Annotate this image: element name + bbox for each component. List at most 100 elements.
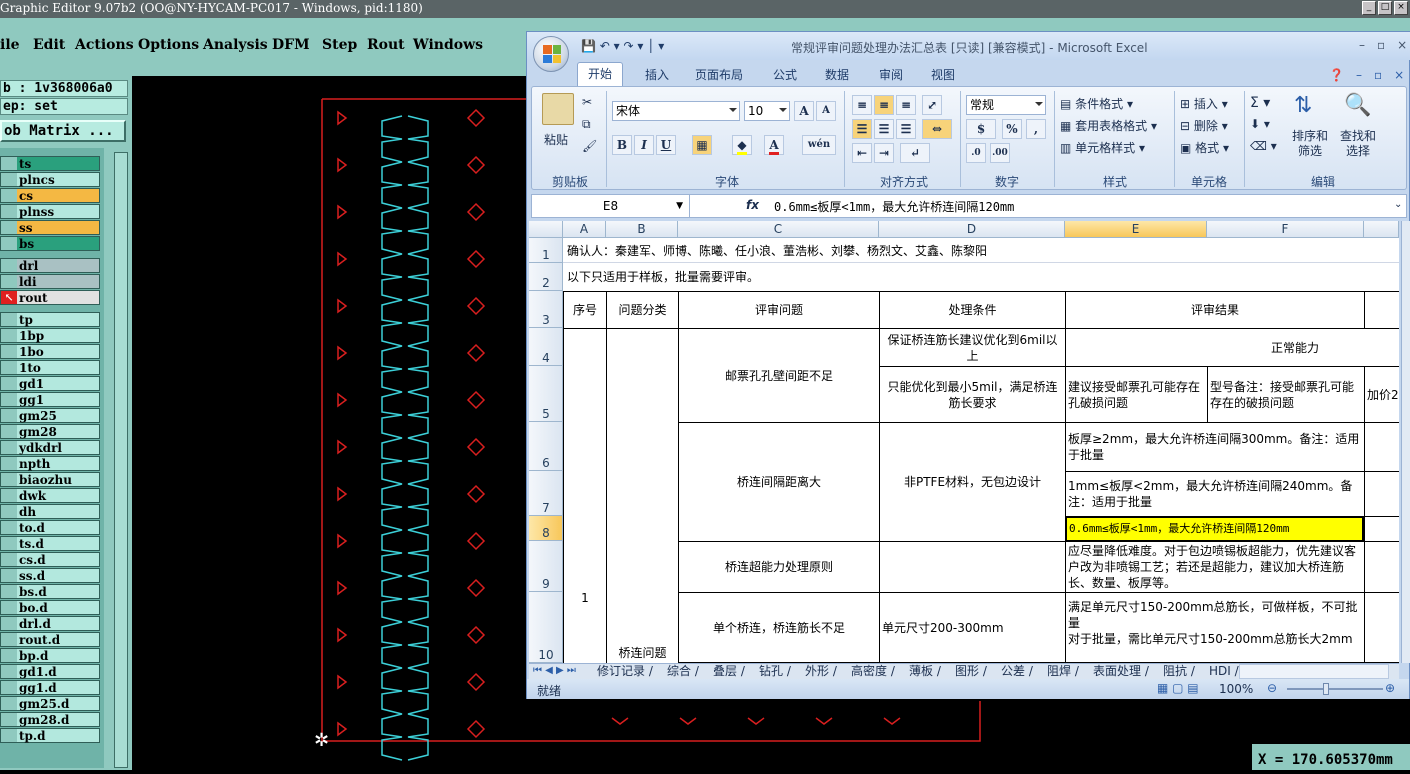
view-buttons[interactable]: ▦ ▢ ▤: [1157, 681, 1199, 695]
header-no[interactable]: 序号: [563, 291, 607, 329]
cell-d5[interactable]: 只能优化到最小5mil，满足桥连筋长要求: [879, 366, 1066, 423]
vertical-scrollbar[interactable]: [1401, 221, 1410, 663]
cell-styles-button[interactable]: ▥ 单元格样式 ▾: [1060, 139, 1145, 156]
clear-icon[interactable]: ⌫ ▾: [1250, 139, 1277, 153]
layer-row-1bo[interactable]: 1bo: [0, 344, 100, 359]
format-painter-icon[interactable]: 🖌: [582, 139, 597, 153]
currency-icon[interactable]: $: [966, 119, 996, 139]
cell-g6[interactable]: [1364, 422, 1399, 472]
font-size-combo[interactable]: 10: [744, 101, 790, 121]
sheet-tab-10[interactable]: 阻焊 /: [1047, 664, 1079, 679]
format-cells-button[interactable]: ▣ 格式 ▾: [1180, 139, 1229, 156]
layer-row-dwk[interactable]: dwk: [0, 488, 100, 503]
cell-f5[interactable]: 型号备注：接受邮票孔可能存在的破损问题: [1207, 366, 1365, 423]
increase-indent-icon[interactable]: ⇥: [874, 143, 894, 163]
sheet-tab-7[interactable]: 薄板 /: [909, 664, 941, 679]
cam-close-button[interactable]: ×: [1394, 1, 1408, 15]
layer-row-ss[interactable]: ss: [0, 220, 100, 235]
cell-c10-issue[interactable]: 单个桥连，桥连筋长不足: [678, 592, 880, 663]
delete-cells-button[interactable]: ⊟ 删除 ▾: [1180, 117, 1228, 134]
cell-g8[interactable]: [1364, 516, 1399, 542]
sheet-tab-5[interactable]: 外形 /: [805, 664, 837, 679]
underline-button[interactable]: U: [656, 135, 676, 155]
tab-insert[interactable]: 插入: [641, 66, 673, 83]
layer-row-cs-d[interactable]: cs.d: [0, 552, 100, 567]
layer-row-gd1-d[interactable]: gd1.d: [0, 664, 100, 679]
orientation-icon[interactable]: ⤢: [922, 95, 942, 115]
layer-list-scrollbar[interactable]: [114, 152, 128, 768]
window-controls[interactable]: – ▫ ×: [1359, 36, 1407, 53]
zoom-slider[interactable]: [1287, 688, 1383, 690]
layer-row-ts[interactable]: ts: [0, 156, 100, 171]
expand-formula-icon[interactable]: ⌄: [1394, 199, 1402, 210]
tab-data[interactable]: 数据: [821, 66, 853, 83]
col-header-f[interactable]: F: [1207, 221, 1364, 238]
align-center-icon[interactable]: ☰: [874, 119, 894, 139]
menu-dfm[interactable]: DFM: [272, 37, 310, 53]
cam-minimize-button[interactable]: _: [1362, 1, 1376, 15]
decrease-decimal-icon[interactable]: .00: [990, 143, 1010, 163]
row-header[interactable]: 4: [529, 328, 563, 366]
align-bottom-icon[interactable]: ≡: [896, 95, 916, 115]
number-format-combo[interactable]: 常规: [966, 95, 1046, 115]
cell-e7[interactable]: 1mm≤板厚<2mm，最大允许桥连间隔240mm。备注：适用于批量: [1065, 471, 1365, 517]
layer-row-dh[interactable]: dh: [0, 504, 100, 519]
sheet-tab-2[interactable]: 综合 /: [667, 664, 699, 679]
find-select-icon[interactable]: 🔍: [1344, 93, 1371, 118]
cell-g10[interactable]: [1364, 592, 1399, 663]
header-category[interactable]: 问题分类: [606, 291, 679, 329]
cell-c6-issue[interactable]: 桥连间隔距离大: [678, 422, 880, 542]
paste-button[interactable]: 粘贴: [544, 131, 568, 148]
cell-g5[interactable]: 加价2: [1364, 366, 1399, 423]
name-box[interactable]: E8 ▼: [532, 195, 690, 217]
conditional-format-button[interactable]: ▤ 条件格式 ▾: [1060, 95, 1133, 112]
col-header-d[interactable]: D: [879, 221, 1065, 238]
cell-e8-selected[interactable]: 0.6mm≤板厚<1mm，最大允许桥连间隔120mm: [1065, 516, 1364, 542]
cell-c9-issue[interactable]: 桥连超能力处理原则: [678, 541, 880, 593]
find-select-button[interactable]: 查找和 选择: [1340, 129, 1376, 159]
cell-a4-no[interactable]: 1: [563, 328, 607, 663]
cell-g3[interactable]: [1364, 291, 1399, 329]
sheet-tab-1[interactable]: 修订记录 /: [597, 664, 653, 679]
menu-actions[interactable]: Actions: [75, 37, 134, 53]
menu-analysis[interactable]: Analysis: [203, 37, 268, 53]
row-header[interactable]: 5: [529, 366, 563, 422]
sort-filter-button[interactable]: 排序和 筛选: [1292, 129, 1328, 159]
layer-row-tp-d[interactable]: tp.d: [0, 728, 100, 743]
menu-windows[interactable]: Windows: [413, 37, 483, 53]
ribbon-controls[interactable]: ❓ – ▫ ×: [1329, 66, 1404, 83]
row-header[interactable]: 1: [529, 238, 563, 263]
header-condition[interactable]: 处理条件: [879, 291, 1066, 329]
cell-d6[interactable]: 非PTFE材料，无包边设计: [879, 422, 1066, 542]
sheet-tab-9[interactable]: 公差 /: [1001, 664, 1033, 679]
zoom-slider-thumb[interactable]: [1323, 683, 1329, 695]
grow-font-icon[interactable]: A: [794, 101, 814, 121]
layer-row-cs[interactable]: cs: [0, 188, 100, 203]
header-issue[interactable]: 评审问题: [678, 291, 880, 329]
tab-home[interactable]: 开始: [577, 62, 623, 86]
cell-d9[interactable]: [879, 541, 1066, 593]
sheet-tab-8[interactable]: 图形 /: [955, 664, 987, 679]
office-button[interactable]: [533, 36, 569, 72]
layer-row-bo-d[interactable]: bo.d: [0, 600, 100, 615]
cell-e9[interactable]: 应尽量降低难度。对于包边喷锡板超能力，优先建议客户改为非喷锡工艺；若还是超能力，…: [1065, 541, 1365, 593]
row-header[interactable]: 9: [529, 541, 563, 592]
layer-row-ts-d[interactable]: ts.d: [0, 536, 100, 551]
align-right-icon[interactable]: ☰: [896, 119, 916, 139]
worksheet-grid[interactable]: A B C D E F 1 2 3 4 5 6 7 8 9 10 确认人：秦建军…: [529, 221, 1399, 663]
row-header[interactable]: 3: [529, 291, 563, 328]
font-name-combo[interactable]: 宋体: [612, 101, 740, 121]
comma-button[interactable]: ,: [1026, 119, 1046, 139]
formula-input[interactable]: 0.6mm≤板厚<1mm，最大允许桥连间隔120mm: [774, 198, 1014, 215]
layer-row-ldi[interactable]: ldi: [0, 274, 100, 289]
row-header[interactable]: 6: [529, 422, 563, 471]
merge-center-icon[interactable]: ⇔: [922, 119, 952, 139]
cell-g9[interactable]: [1364, 541, 1399, 593]
zoom-level[interactable]: 100%: [1219, 682, 1253, 696]
cell-a1[interactable]: 确认人：秦建军、师博、陈曦、任小浪、董浩彬、刘攀、杨烈文、艾鑫、陈黎阳: [565, 240, 1325, 262]
layer-row-bs-d[interactable]: bs.d: [0, 584, 100, 599]
cell-e10[interactable]: 满足单元尺寸150-200mm总筋长，可做样板，不可批量 对于批量，需比单元尺寸…: [1065, 592, 1365, 663]
layer-row-ss-d[interactable]: ss.d: [0, 568, 100, 583]
shrink-font-icon[interactable]: A: [816, 101, 836, 121]
insert-function-icon[interactable]: fx: [746, 198, 759, 212]
